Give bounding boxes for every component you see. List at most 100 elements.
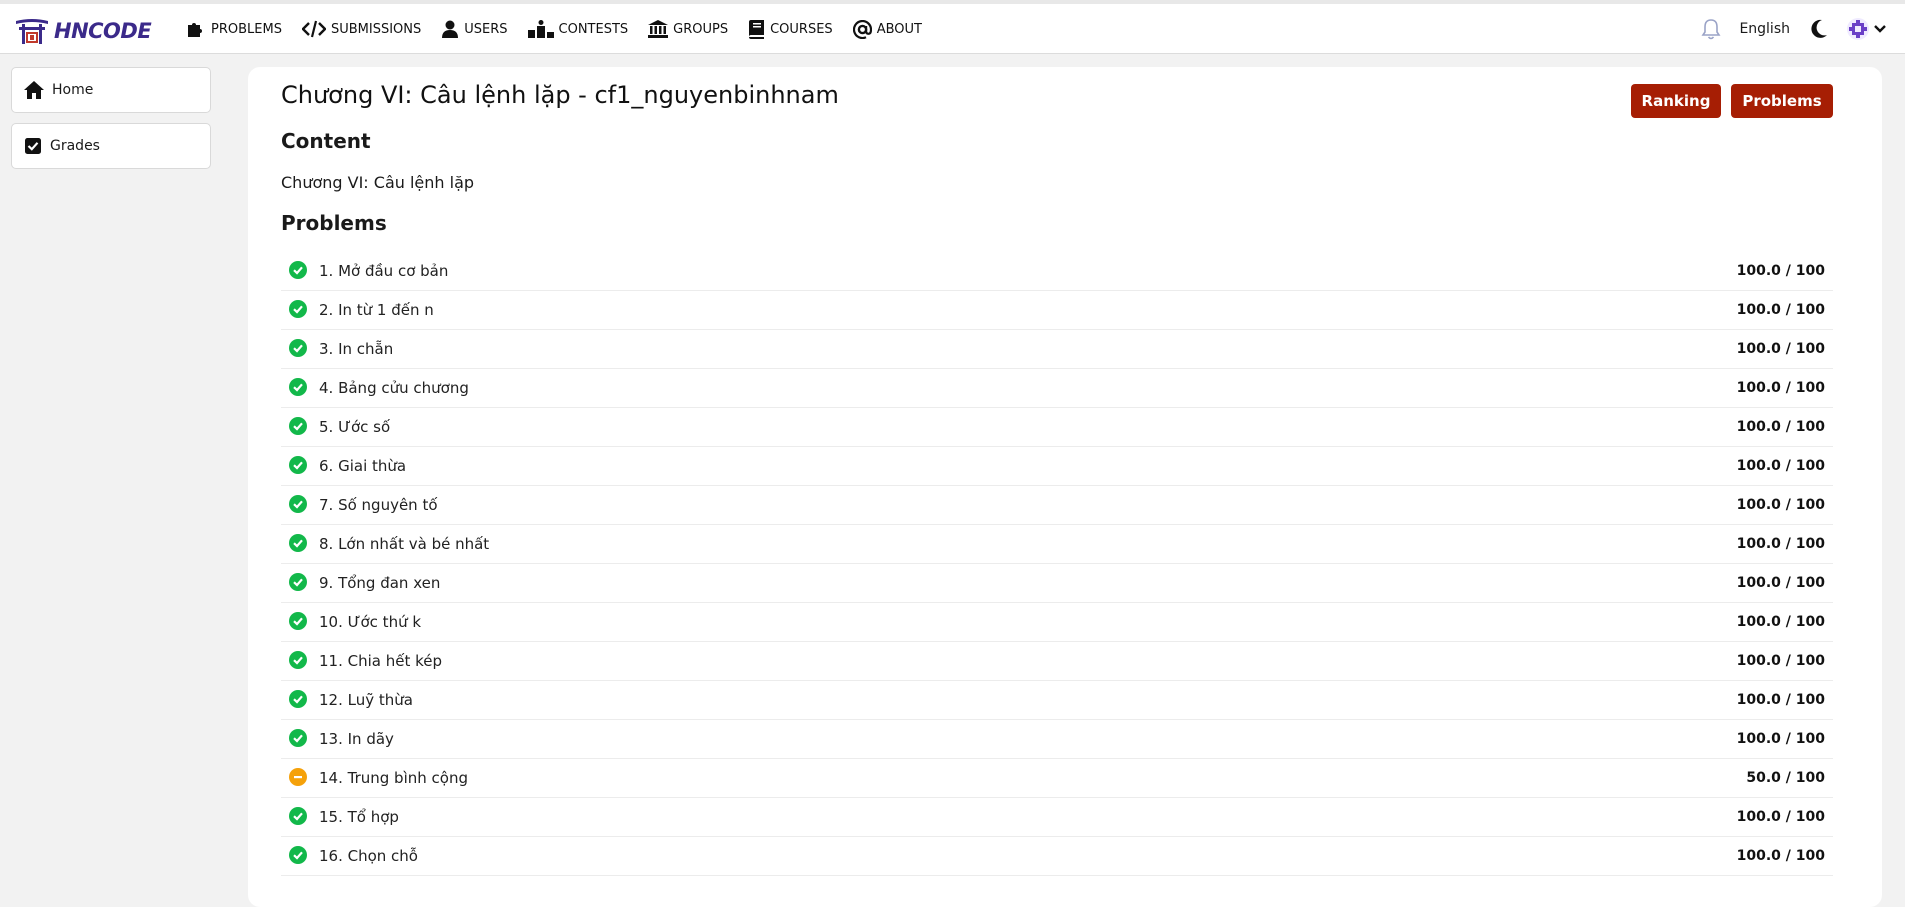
problem-row[interactable]: 7. Số nguyên tố 100.0 / 100 <box>281 486 1833 525</box>
nav-label: ABOUT <box>876 21 922 37</box>
puzzle-icon <box>188 23 202 37</box>
check-circle-icon <box>289 573 307 595</box>
problem-row[interactable]: 16. Chọn chỗ 100.0 / 100 <box>281 837 1833 876</box>
minus-circle-icon <box>289 768 307 790</box>
page-title: Chương VI: Câu lệnh lặp - cf1_nguyenbinh… <box>281 81 839 109</box>
nav-label: SUBMISSIONS <box>330 21 422 37</box>
problem-name[interactable]: 9. Tổng đan xen <box>319 574 440 592</box>
problem-row[interactable]: 1. Mở đầu cơ bản 100.0 / 100 <box>281 252 1833 291</box>
topbar-tools: English <box>1701 4 1887 54</box>
problem-name[interactable]: 8. Lớn nhất và bé nhất <box>319 535 489 553</box>
problem-name[interactable]: 14. Trung bình cộng <box>319 769 468 787</box>
sidebar-item-label: Grades <box>50 138 100 154</box>
problem-name[interactable]: 4. Bảng cửu chương <box>319 379 469 397</box>
problem-row[interactable]: 6. Giai thừa 100.0 / 100 <box>281 447 1833 486</box>
moon-icon[interactable] <box>1810 19 1828 39</box>
language-selector[interactable]: English <box>1739 21 1790 37</box>
problem-name[interactable]: 1. Mở đầu cơ bản <box>319 262 448 280</box>
nav-label: USERS <box>464 21 508 37</box>
problem-name[interactable]: 2. In từ 1 đến n <box>319 301 434 319</box>
problem-row[interactable]: 8. Lớn nhất và bé nhất 100.0 / 100 <box>281 525 1833 564</box>
course-panel: Chương VI: Câu lệnh lặp - cf1_nguyenbinh… <box>248 67 1882 907</box>
podium-icon <box>527 20 554 38</box>
problem-score: 100.0 / 100 <box>1736 692 1825 708</box>
problem-name[interactable]: 12. Luỹ thừa <box>319 691 413 709</box>
check-circle-icon <box>289 261 307 283</box>
problem-row[interactable]: 3. In chẵn 100.0 / 100 <box>281 330 1833 369</box>
nav-about[interactable]: ABOUT <box>852 19 922 39</box>
check-circle-icon <box>289 729 307 751</box>
problem-score: 100.0 / 100 <box>1736 536 1825 552</box>
problem-score: 100.0 / 100 <box>1736 419 1825 435</box>
top-navbar: HNCODE PROBLEMS SUBMISSIONS USERS CONTES… <box>0 0 1905 54</box>
problem-score: 100.0 / 100 <box>1736 731 1825 747</box>
chevron-down-icon <box>1874 25 1886 33</box>
nav-submissions[interactable]: SUBMISSIONS <box>301 20 422 38</box>
problem-row[interactable]: 10. Ước thứ k 100.0 / 100 <box>281 603 1833 642</box>
check-circle-icon <box>289 807 307 829</box>
bell-icon[interactable] <box>1701 18 1721 40</box>
problem-row[interactable]: 12. Luỹ thừa 100.0 / 100 <box>281 681 1833 720</box>
sidebar-item-grades[interactable]: Grades <box>11 123 211 169</box>
problem-score: 100.0 / 100 <box>1736 497 1825 513</box>
problem-name[interactable]: 6. Giai thừa <box>319 457 406 475</box>
problem-row[interactable]: 14. Trung bình cộng 50.0 / 100 <box>281 759 1833 798</box>
problems-button[interactable]: Problems <box>1731 84 1833 118</box>
institution-icon <box>648 20 669 38</box>
check-circle-icon <box>289 456 307 478</box>
problem-score: 100.0 / 100 <box>1736 263 1825 279</box>
home-icon <box>24 81 44 99</box>
problem-score: 100.0 / 100 <box>1736 653 1825 669</box>
site-logo[interactable]: HNCODE <box>14 16 152 46</box>
nav-problems[interactable]: PROBLEMS <box>186 20 282 38</box>
ranking-button[interactable]: Ranking <box>1631 84 1721 118</box>
nav-label: CONTESTS <box>558 21 629 37</box>
nav-courses[interactable]: COURSES <box>748 19 833 39</box>
temple-gate-icon <box>16 19 48 44</box>
problem-name[interactable]: 15. Tổ hợp <box>319 808 399 826</box>
problem-row[interactable]: 13. In dãy 100.0 / 100 <box>281 720 1833 759</box>
problem-row[interactable]: 15. Tổ hợp 100.0 / 100 <box>281 798 1833 837</box>
problem-name[interactable]: 16. Chọn chỗ <box>319 847 418 865</box>
problem-name[interactable]: 11. Chia hết kép <box>319 652 442 670</box>
checkbox-icon <box>25 138 41 154</box>
problem-row[interactable]: 4. Bảng cửu chương 100.0 / 100 <box>281 369 1833 408</box>
problem-score: 100.0 / 100 <box>1736 809 1825 825</box>
problem-name[interactable]: 5. Ước số <box>319 418 390 436</box>
user-icon <box>442 20 459 38</box>
check-circle-icon <box>289 534 307 556</box>
sidebar-item-label: Home <box>52 82 94 98</box>
check-circle-icon <box>289 339 307 361</box>
check-circle-icon <box>289 846 307 868</box>
check-circle-icon <box>289 690 307 712</box>
problem-name[interactable]: 7. Số nguyên tố <box>319 496 438 514</box>
problem-row[interactable]: 5. Ước số 100.0 / 100 <box>281 408 1833 447</box>
problems-heading: Problems <box>281 211 387 235</box>
nav-contests[interactable]: CONTESTS <box>527 20 629 38</box>
problem-name[interactable]: 10. Ước thứ k <box>319 613 421 631</box>
content-heading: Content <box>281 129 371 153</box>
problem-row[interactable]: 9. Tổng đan xen 100.0 / 100 <box>281 564 1833 603</box>
problem-name[interactable]: 3. In chẵn <box>319 340 393 358</box>
code-icon <box>301 20 326 38</box>
check-circle-icon <box>289 378 307 400</box>
problem-score: 50.0 / 100 <box>1746 770 1825 786</box>
user-menu[interactable] <box>1846 17 1887 41</box>
content-text: Chương VI: Câu lệnh lặp <box>281 173 475 192</box>
check-circle-icon <box>289 495 307 517</box>
problem-row[interactable]: 2. In từ 1 đến n 100.0 / 100 <box>281 291 1833 330</box>
check-circle-icon <box>289 300 307 322</box>
nav-users[interactable]: USERS <box>441 20 508 38</box>
nav-label: GROUPS <box>673 21 729 37</box>
nav-groups[interactable]: GROUPS <box>648 20 728 38</box>
problem-score: 100.0 / 100 <box>1736 575 1825 591</box>
problem-score: 100.0 / 100 <box>1736 848 1825 864</box>
problem-row[interactable]: 11. Chia hết kép 100.0 / 100 <box>281 642 1833 681</box>
avatar <box>1847 18 1869 40</box>
sidebar-item-home[interactable]: Home <box>11 67 211 113</box>
problem-score: 100.0 / 100 <box>1736 302 1825 318</box>
problem-score: 100.0 / 100 <box>1736 380 1825 396</box>
problem-name[interactable]: 13. In dãy <box>319 730 394 748</box>
sidebar: Home Grades <box>11 67 211 179</box>
problem-score: 100.0 / 100 <box>1736 458 1825 474</box>
